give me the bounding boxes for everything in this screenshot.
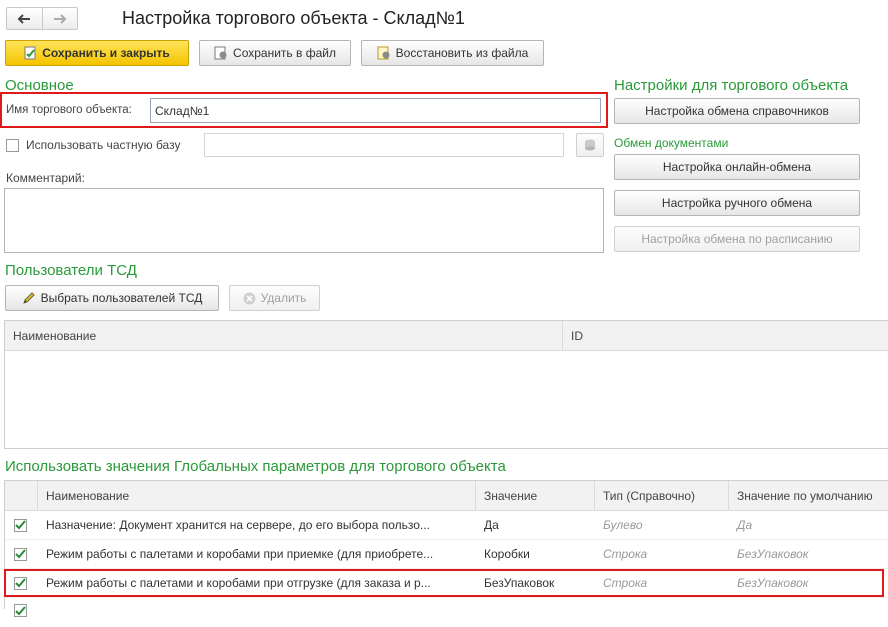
table-row[interactable]: Назначение: Документ хранится на сервере… <box>5 511 888 540</box>
restore-file-icon <box>377 46 391 60</box>
forward-button[interactable] <box>43 8 78 29</box>
row-value[interactable]: Да <box>476 511 595 539</box>
row-default: Да <box>737 518 753 532</box>
highlight-shipping-row <box>4 569 884 597</box>
users-table: Наименование ID <box>4 320 888 449</box>
row-name: Назначение: Документ хранится на сервере… <box>46 518 430 532</box>
checkmark-icon <box>15 549 26 559</box>
restore-from-file-button[interactable]: Восстановить из файла <box>361 40 544 66</box>
docs-exchange-title: Обмен документами <box>614 136 729 150</box>
users-title: Пользователи ТСД <box>5 262 137 279</box>
save-and-close-button[interactable]: Сохранить и закрыть <box>5 40 189 66</box>
private-base-checkbox[interactable] <box>6 139 19 152</box>
params-col-value[interactable]: Значение <box>476 481 595 510</box>
pencil-icon <box>22 291 36 305</box>
row-checkbox[interactable] <box>5 598 38 627</box>
database-icon <box>583 138 597 152</box>
select-users-button[interactable]: Выбрать пользователей ТСД <box>5 285 219 311</box>
nav-buttons <box>6 7 78 30</box>
row-checkbox[interactable] <box>5 540 38 568</box>
save-to-file-button[interactable]: Сохранить в файл <box>199 40 351 66</box>
users-col-name[interactable]: Наименование <box>5 321 563 350</box>
users-table-header: Наименование ID <box>5 321 888 351</box>
params-title: Использовать значения Глобальных парамет… <box>5 458 506 475</box>
private-base-input[interactable] <box>204 133 564 157</box>
users-col-id[interactable]: ID <box>563 321 888 350</box>
params-col-default[interactable]: Значение по умолчанию <box>729 481 888 510</box>
manual-exchange-button[interactable]: Настройка ручного обмена <box>614 190 860 216</box>
comment-textarea[interactable] <box>4 188 604 253</box>
delete-user-button[interactable]: Удалить <box>229 285 320 311</box>
comment-label: Комментарий: <box>6 171 85 185</box>
private-base-label: Использовать частную базу <box>26 138 181 152</box>
refs-exchange-button[interactable]: Настройка обмена справочников <box>614 98 860 124</box>
checkmark-icon <box>15 605 26 616</box>
table-row[interactable]: Режим работы с палетами и коробами при п… <box>5 540 888 569</box>
save-file-icon <box>214 46 228 60</box>
params-table-header: Наименование Значение Тип (Справочно) Зн… <box>5 481 888 511</box>
checkmark-icon <box>15 520 26 530</box>
back-button[interactable] <box>7 8 43 29</box>
arrow-right-icon <box>53 13 67 24</box>
row-value[interactable]: Коробки <box>476 540 595 568</box>
table-row[interactable] <box>5 598 888 627</box>
online-exchange-button[interactable]: Настройка онлайн-обмена <box>614 154 860 180</box>
highlight-store-name <box>0 92 608 128</box>
schedule-exchange-button[interactable]: Настройка обмена по расписанию <box>614 226 860 252</box>
row-type: Булево <box>603 518 643 532</box>
delete-icon <box>243 292 256 305</box>
row-name: Режим работы с палетами и коробами при п… <box>46 547 434 561</box>
params-col-check <box>5 481 38 510</box>
arrow-left-icon <box>17 13 31 24</box>
params-col-name[interactable]: Наименование <box>38 481 476 510</box>
row-default: БезУпаковок <box>737 547 809 561</box>
params-col-type[interactable]: Тип (Справочно) <box>595 481 729 510</box>
private-base-select-button[interactable] <box>576 133 604 157</box>
page-title: Настройка торгового объекта - Склад№1 <box>122 8 465 28</box>
save-doc-icon <box>24 46 37 60</box>
row-type: Строка <box>603 547 648 561</box>
row-checkbox[interactable] <box>5 511 38 539</box>
settings-title: Настройки для торгового объекта <box>614 77 849 94</box>
